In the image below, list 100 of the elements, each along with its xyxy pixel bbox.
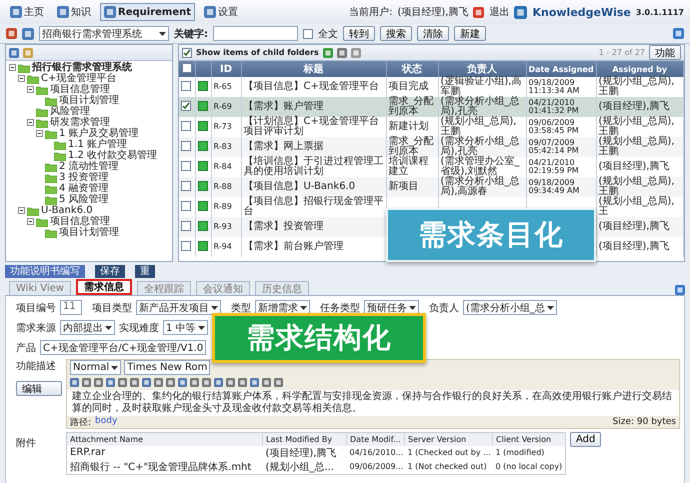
tree-item[interactable]: 项目计划管理 (59, 95, 119, 106)
nav-tab[interactable]: 知识 (53, 3, 95, 21)
font-select[interactable]: Times New Rom (124, 360, 210, 375)
folder-icon (45, 162, 57, 172)
nav-icon[interactable] (104, 6, 116, 18)
tree-item[interactable]: U-Bank6.0 (41, 205, 93, 216)
table-row[interactable]: R-65 【项目信息】C+现金管理平台 项目完成 (逻辑验证小组),高军鹏 09/18/2009 11:13:34 AM (规划小组_总局),王鹏 (179, 77, 684, 97)
style-select[interactable]: Normal (70, 360, 122, 375)
tree-item[interactable]: 项目信息管理 (50, 216, 110, 227)
column-header[interactable]: Attachment Name (66, 432, 262, 446)
path-link[interactable]: body (95, 416, 118, 428)
logout-link[interactable]: 退出 (489, 5, 510, 19)
tree-item[interactable]: 招行银行需求管理系统 (32, 62, 132, 73)
tree-item[interactable]: 5 风险管理 (59, 194, 109, 205)
field-select[interactable]: 1 中等 (163, 320, 208, 335)
project-number-field[interactable]: 11 (60, 300, 82, 315)
column-header[interactable]: 状态 (386, 61, 438, 77)
tree-item[interactable]: 1.2 收付款交易管理 (68, 150, 158, 161)
toolbar-button[interactable]: 新建 (454, 26, 486, 41)
column-header[interactable]: ID (211, 61, 241, 77)
expand-toggle[interactable] (18, 207, 25, 214)
keyword-field[interactable] (213, 26, 298, 41)
user-name: (项目经理),腾飞 (397, 6, 468, 19)
toolbar-button[interactable]: 清除 (417, 26, 449, 41)
tree-item[interactable]: C+现金管理平台 (41, 73, 116, 84)
detail-tab[interactable]: 全程跟踪 (136, 281, 191, 295)
toolbar-button[interactable]: 搜索 (380, 26, 412, 41)
row-checkbox[interactable] (181, 80, 191, 90)
function-button[interactable]: 功能 (649, 45, 681, 60)
description-text[interactable]: 建立企业合理的、集约化的银行结算账户体系，科学配置与安排现金资源，保持与合作银行的良好关系，在高效使用银行账户进行交易结算的同时，及时获取账户现金头寸及现金收付款交易等相关信息。 (67, 390, 679, 416)
row-checkbox[interactable] (181, 220, 191, 230)
add-button[interactable]: Add (570, 432, 602, 447)
row-checkbox[interactable] (181, 140, 191, 150)
folder-icon (45, 228, 57, 238)
detail-tab[interactable]: 会议通知 (196, 281, 250, 295)
field-label: 类型 (231, 302, 251, 314)
field-label: 负责人 (429, 302, 459, 314)
column-header[interactable]: Date Assigned (526, 61, 596, 77)
rich-text-editor[interactable]: Normal Times New Rom 建立企业合理的、集约化的银行结算账户体系，科学配置与安排现金资源，保持与合作银行的良好关系，在高效使用银行账户进行交易结算的同时，及时获取账户现金头寸及现金收付款交易等相关信息。 路径: body Size: 90 bytes (66, 359, 680, 429)
table-row[interactable]: R-88 【项目信息】U-Bank6.0 新项目 (需求分析小组_总局),高源春 09/18/2009 09:34:49 AM (规划小组_总局),王鹏 (179, 177, 684, 197)
tree-item[interactable]: 项目计划管理 (59, 227, 119, 238)
row-checkbox[interactable] (181, 101, 191, 111)
tree-item[interactable]: 1.1 账户管理 (68, 139, 128, 150)
expand-toggle[interactable] (9, 64, 16, 71)
system-select[interactable]: 招商银行需求管理系统 (39, 26, 169, 41)
caret-icon (211, 306, 218, 310)
row-checkbox[interactable] (181, 160, 191, 170)
table-row[interactable]: R-83 【需求】网上票据 需求_分配到原本 (需求分析小组_总局),孔亮 09/07/2009 05:42:14 PM (规划小组_总局),王鹏 (179, 137, 684, 157)
column-header[interactable]: Server Version (404, 432, 492, 446)
row-checkbox[interactable] (181, 120, 191, 130)
detail-tab[interactable]: Wiki View (9, 281, 71, 295)
header-button[interactable]: 重 (135, 265, 155, 278)
keyword-label: 关键字: (174, 27, 208, 40)
field-select[interactable]: 新产品开发项目 (136, 300, 221, 315)
column-header[interactable]: 标题 (241, 61, 386, 77)
detail-tab[interactable]: 需求信息 (76, 279, 132, 295)
tree-item[interactable]: 风险管理 (50, 106, 90, 117)
column-header[interactable]: Last Modified By (262, 432, 346, 446)
expand-toggle[interactable] (27, 86, 34, 93)
select-all-checkbox[interactable] (182, 62, 192, 72)
field-label: 项目类型 (92, 302, 132, 314)
expand-toggle[interactable] (27, 218, 34, 225)
tree-item[interactable]: 3 投资管理 (59, 172, 109, 183)
expand-toggle[interactable] (36, 130, 43, 137)
field-select[interactable]: (需求分析小组_总 (463, 300, 557, 315)
expand-toggle[interactable] (18, 75, 25, 82)
fulltext-checkbox[interactable] (303, 28, 313, 38)
toolbar-button[interactable]: 转到 (343, 26, 375, 41)
nav-icon[interactable] (204, 6, 216, 18)
tree-item[interactable]: 1 账户及交易管理 (59, 128, 139, 139)
tree-item[interactable]: 研发需求管理 (50, 117, 110, 128)
column-header[interactable]: Client Version (492, 432, 566, 446)
folder-icon (36, 216, 48, 226)
nav-tab[interactable]: Requirement (100, 3, 196, 21)
row-checkbox[interactable] (181, 200, 191, 210)
detail-tab[interactable]: 历史信息 (254, 281, 309, 295)
product-field[interactable]: C+现金管理平台/C+现金管理/V1.0 (40, 340, 206, 355)
row-checkbox[interactable] (181, 240, 191, 250)
table-row[interactable]: R-84 【培训信息】于引进过程管理工具的使用培训计划 培训课程建立 (需求管理办公室_省级),刘默然 04/21/2010 02:19:59 PM (项目经理),腾飞 (179, 157, 684, 177)
nav-tab[interactable]: 设置 (200, 3, 242, 21)
field-select[interactable]: 内部提出 (60, 320, 115, 335)
column-header[interactable]: Assigned by (596, 61, 684, 77)
tree-item[interactable]: 4 融资管理 (59, 183, 109, 194)
caret-icon (111, 366, 118, 370)
column-header[interactable]: Date Modif... (346, 432, 404, 446)
header-button[interactable]: 功能说明书编写 (5, 265, 85, 278)
expand-toggle[interactable] (27, 119, 34, 126)
edit-button[interactable]: 编辑 (16, 381, 62, 396)
nav-icon[interactable] (57, 6, 69, 18)
child-folders-checkbox[interactable] (182, 48, 192, 58)
tree-item[interactable]: 项目信息管理 (50, 84, 110, 95)
row-checkbox[interactable] (181, 180, 191, 190)
table-row[interactable]: R-69 【需求】账户管理 需求_分配到原本 (需求分析小组_总局),孔亮 04/21/2010 01:41:32 PM (项目经理),腾飞 (179, 97, 684, 117)
header-button[interactable]: 保存 (95, 265, 125, 278)
column-header[interactable]: 负责人 (438, 61, 526, 77)
nav-icon[interactable] (10, 6, 22, 18)
table-cell: 1 (modified) (492, 446, 566, 460)
tree-item[interactable]: 2 流动性管理 (59, 161, 119, 172)
nav-tab[interactable]: 主页 (6, 3, 48, 21)
callout-tooltip: 需求结构化 (212, 313, 426, 363)
